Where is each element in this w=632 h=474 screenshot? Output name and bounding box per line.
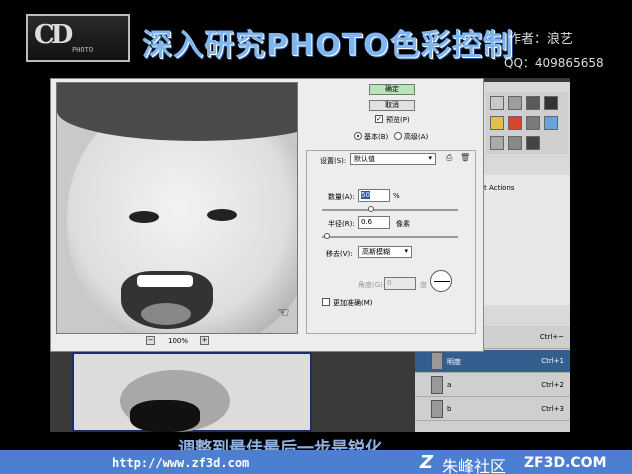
channel-thumbnail (431, 352, 443, 370)
more-accurate-label: 更加准确(M) (333, 299, 373, 307)
amount-input[interactable]: 50 (358, 189, 390, 202)
style-swatch[interactable] (490, 136, 504, 150)
mode-advanced-radio[interactable] (394, 132, 402, 140)
style-swatch[interactable] (490, 96, 504, 110)
style-swatch[interactable] (526, 96, 540, 110)
brand-logo-icon: Z (420, 452, 434, 473)
angle-dial-icon (430, 270, 452, 292)
angle-input: 0 (384, 277, 416, 290)
angle-label: 角度(G): (358, 281, 386, 289)
chevron-down-icon: ▾ (428, 154, 432, 162)
hand-cursor-icon: ☜ (277, 305, 290, 321)
logo-mark-icon: CD (34, 20, 73, 50)
canvas-image-dark (130, 400, 200, 432)
mode-basic-label: 基本(B) (364, 133, 389, 141)
style-swatch[interactable] (508, 136, 522, 150)
radius-unit: 像素 (396, 220, 410, 228)
styles-panel (486, 92, 568, 154)
logo: CD PHOTO (26, 14, 130, 62)
settings-value: 默认值 (354, 155, 375, 163)
settings-group (306, 150, 476, 334)
radius-value: 0.6 (361, 218, 373, 226)
channel-shortcut: Ctrl+~ (539, 333, 564, 341)
save-settings-icon[interactable]: ⎙ (446, 153, 455, 162)
preview-checkbox[interactable]: ✓ (375, 115, 383, 123)
radius-slider[interactable] (322, 233, 458, 239)
amount-slider[interactable] (322, 206, 458, 212)
page-title: 深入研究PHOTO色彩控制 (142, 28, 514, 63)
zoom-level: 100% (168, 337, 189, 345)
channel-shortcut: Ctrl+3 (541, 405, 564, 413)
settings-label: 设置(S): (320, 157, 347, 165)
style-swatch[interactable] (544, 116, 558, 130)
channel-row[interactable]: 明度 Ctrl+1 (415, 350, 570, 373)
cancel-button[interactable]: 取消 (369, 100, 415, 111)
footer-brand: 朱峰社区 (442, 457, 507, 474)
channel-shortcut: Ctrl+2 (541, 381, 564, 389)
remove-label: 移去(V): (326, 250, 353, 258)
channel-row[interactable]: a Ctrl+2 (415, 374, 570, 397)
channel-thumbnail (431, 400, 443, 418)
author-text: 作者：浪艺 (508, 32, 574, 47)
zoom-in-button[interactable]: + (200, 336, 209, 345)
more-accurate-checkbox[interactable] (322, 298, 330, 306)
style-swatch[interactable] (508, 116, 522, 130)
channel-name: b (447, 405, 452, 413)
mode-basic-radio[interactable] (354, 132, 362, 140)
style-swatch[interactable] (490, 116, 504, 130)
preview-hair (57, 83, 297, 141)
preview-teeth (137, 275, 193, 287)
zoom-out-button[interactable]: − (146, 336, 155, 345)
actions-panel-label: t Actions (484, 184, 515, 192)
radius-slider-knob[interactable] (324, 233, 330, 239)
settings-select[interactable]: 默认值 ▾ (350, 153, 436, 165)
remove-select[interactable]: 高斯模糊 ▾ (358, 246, 412, 258)
zoom-bar: − 100% + (146, 336, 210, 348)
channel-name: 明度 (447, 358, 461, 366)
amount-unit: % (393, 192, 400, 200)
preview-eye-left (129, 211, 159, 223)
delete-settings-icon[interactable]: 🗑 (460, 153, 470, 162)
amount-value: 50 (361, 191, 370, 199)
style-swatch[interactable] (526, 136, 540, 150)
logo-sub-text: PHOTO (72, 46, 94, 54)
style-swatch[interactable] (508, 96, 522, 110)
qq-text: QQ：409865658 (504, 56, 604, 70)
style-swatch[interactable] (544, 96, 558, 110)
angle-unit: 度 (420, 281, 427, 289)
preview-eye-right (207, 209, 237, 221)
ok-button[interactable]: 确定 (369, 84, 415, 95)
angle-value: 0 (387, 279, 392, 287)
footer-url: http://www.zf3d.com (112, 456, 250, 470)
channel-name: a (447, 381, 452, 389)
preview-image (57, 83, 297, 333)
mode-advanced-label: 高级(A) (404, 133, 429, 141)
header-banner: CD PHOTO 深入研究PHOTO色彩控制 作者：浪艺 QQ：40986565… (0, 0, 632, 78)
remove-value: 高斯模糊 (362, 248, 390, 256)
amount-label: 数量(A): (328, 193, 355, 201)
filter-preview[interactable]: ☜ (56, 82, 298, 334)
amount-slider-knob[interactable] (368, 206, 374, 212)
channel-row[interactable]: b Ctrl+3 (415, 398, 570, 421)
footer-domain: ZF3D.COM (524, 455, 607, 471)
channel-thumbnail (431, 376, 443, 394)
style-swatch[interactable] (526, 116, 540, 130)
radius-input[interactable]: 0.6 (358, 216, 390, 229)
preview-tongue (141, 303, 191, 325)
preview-label: 预览(P) (386, 116, 410, 124)
radius-label: 半径(R): (328, 220, 355, 228)
chevron-down-icon: ▾ (404, 247, 408, 255)
channel-shortcut: Ctrl+1 (541, 357, 564, 365)
actions-panel (484, 175, 570, 305)
